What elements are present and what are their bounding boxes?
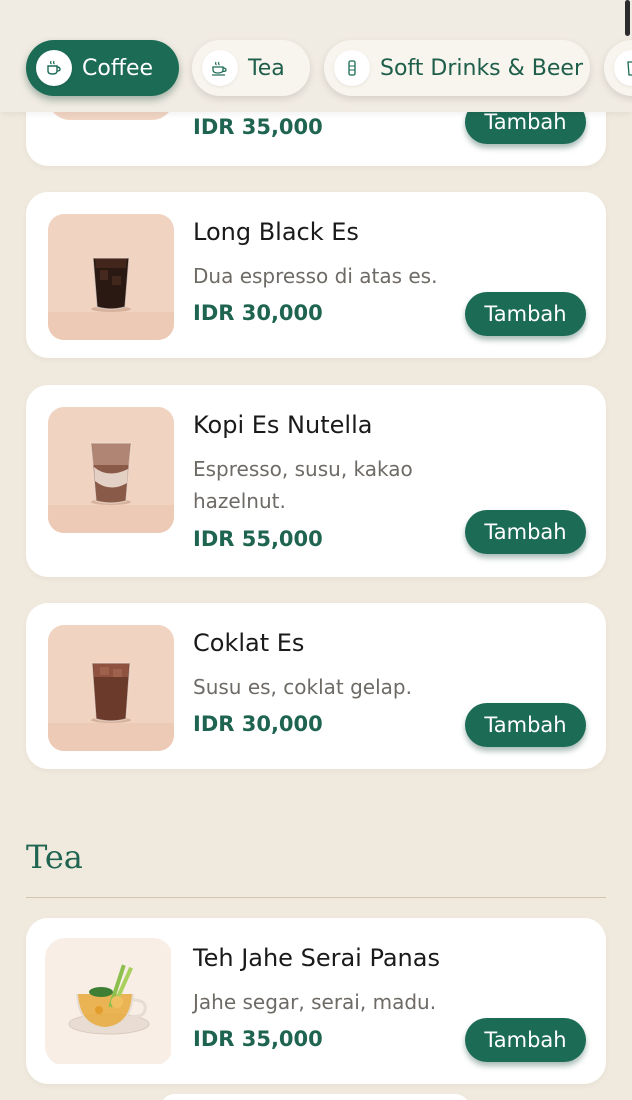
category-bar: Coffee Tea Soft Drinks & Beer: [0, 0, 632, 112]
category-tab-soft-drinks-beer[interactable]: Soft Drinks & Beer: [324, 40, 590, 96]
coffee-cup-icon: [36, 50, 72, 86]
long-black-es-image: [48, 214, 174, 340]
add-to-cart-button[interactable]: Tambah: [465, 510, 586, 554]
category-label: Soft Drinks & Beer: [380, 55, 583, 81]
item-description: Espresso, susu, kakao hazelnut.: [193, 457, 413, 513]
kopi-es-nutella-image: [48, 407, 174, 533]
section-divider: [26, 897, 606, 898]
menu-item-card: Coklat Es Susu es, coklat gelap. IDR 30,…: [26, 603, 606, 769]
section-title-tea: Tea: [26, 838, 83, 876]
menu-item-card: Long Black Es Dua espresso di atas es. I…: [26, 192, 606, 358]
category-tab-coffee[interactable]: Coffee: [26, 40, 179, 96]
scrollbar[interactable]: [625, 0, 630, 36]
menu-item-card: Teh Jahe Serai Panas Jahe segar, serai, …: [26, 918, 606, 1084]
menu-item-card: [160, 1094, 470, 1100]
item-description: Dua espresso di atas es.: [193, 264, 438, 288]
category-tab-more[interactable]: [604, 40, 632, 96]
add-to-cart-button[interactable]: Tambah: [465, 703, 586, 747]
bottle-icon: [334, 50, 370, 86]
item-name: Long Black Es: [193, 218, 359, 246]
teh-jahe-serai-panas-image: [45, 938, 173, 1066]
category-label: Coffee: [82, 55, 154, 81]
item-name: Coklat Es: [193, 629, 305, 657]
menu-scroll-area[interactable]: IDR 35,000 Tambah Long Black Es Dua espr…: [0, 0, 632, 1100]
item-price: IDR 30,000: [193, 712, 323, 736]
item-name: Kopi Es Nutella: [193, 411, 373, 439]
item-name: Teh Jahe Serai Panas: [193, 944, 440, 972]
glass-icon: [614, 50, 632, 86]
item-price: IDR 55,000: [193, 527, 323, 551]
item-price: IDR 35,000: [193, 115, 323, 139]
add-to-cart-button[interactable]: Tambah: [465, 292, 586, 336]
tea-cup-icon: [202, 50, 238, 86]
category-tab-tea[interactable]: Tea: [192, 40, 310, 96]
item-description: Jahe segar, serai, madu.: [193, 990, 437, 1014]
item-price: IDR 30,000: [193, 301, 323, 325]
item-price: IDR 35,000: [193, 1027, 323, 1051]
item-description: Susu es, coklat gelap.: [193, 675, 412, 699]
category-label: Tea: [248, 55, 285, 81]
coklat-es-image: [48, 625, 174, 751]
menu-item-card: Kopi Es Nutella Espresso, susu, kakao ha…: [26, 385, 606, 577]
add-to-cart-button[interactable]: Tambah: [465, 1018, 586, 1062]
